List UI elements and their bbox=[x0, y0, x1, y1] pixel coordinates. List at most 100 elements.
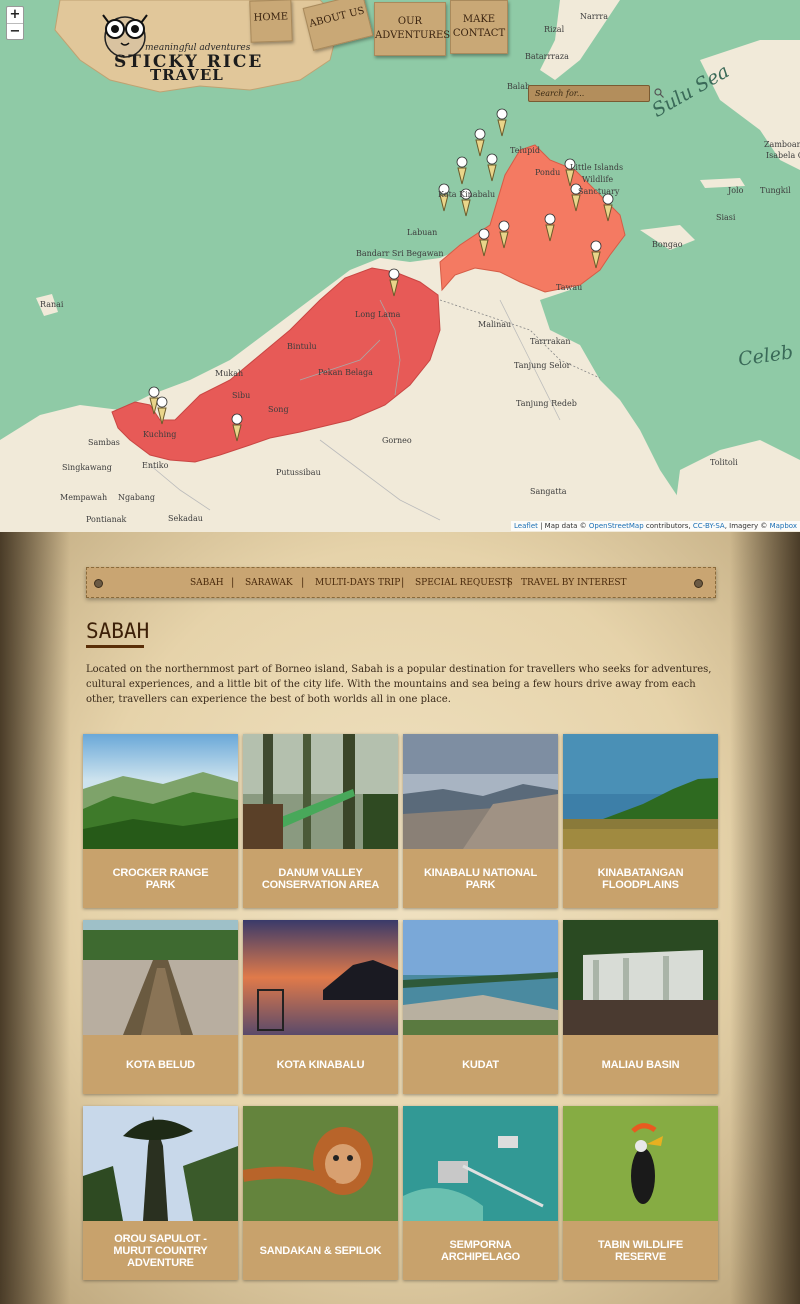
destination-card[interactable]: SANDAKAN & SEPILOK bbox=[243, 1106, 398, 1280]
map-label: Putussibau bbox=[276, 468, 321, 477]
map-attribution: Leaflet | Map data © OpenStreetMap contr… bbox=[511, 521, 800, 531]
destination-name-line: FLOODPLAINS bbox=[602, 878, 679, 891]
destination-card[interactable]: DANUM VALLEY CONSERVATION AREA bbox=[243, 734, 398, 908]
nav-our-adventures[interactable]: OUR ADVENTURES bbox=[374, 2, 450, 56]
map-label: Labuan bbox=[407, 228, 438, 237]
destination-name-line: ADVENTURE bbox=[127, 1256, 194, 1269]
destination-card[interactable]: MALIAU BASIN bbox=[563, 920, 718, 1094]
region-nav-sarawak[interactable]: SARAWAK bbox=[245, 578, 293, 588]
map-label: Pondu bbox=[535, 168, 561, 177]
destination-card[interactable]: KOTA KINABALU bbox=[243, 920, 398, 1094]
map-label: Mukah bbox=[215, 369, 244, 378]
map-label: Wildlife bbox=[582, 175, 614, 184]
destination-name: DANUM VALLEY CONSERVATION AREA bbox=[249, 849, 392, 908]
region-nav-special-requests[interactable]: SPECIAL REQUESTS bbox=[415, 578, 513, 588]
destination-name-line: TABIN WILDLIFE bbox=[598, 1238, 683, 1251]
map-label: Tanjung Redeb bbox=[516, 399, 577, 408]
destination-name-line: MALIAU BASIN bbox=[601, 1058, 680, 1071]
destination-photo bbox=[403, 1106, 558, 1221]
destination-card[interactable]: SEMPORNA ARCHIPELAGO bbox=[403, 1106, 558, 1280]
destination-name: KUDAT bbox=[409, 1035, 552, 1094]
destination-photo bbox=[403, 734, 558, 849]
destination-name: KOTA BELUD bbox=[89, 1035, 232, 1094]
destination-card[interactable]: KOTA BELUD bbox=[83, 920, 238, 1094]
destination-name-line: ARCHIPELAGO bbox=[440, 1250, 521, 1263]
stud-icon bbox=[694, 579, 703, 588]
destination-photo bbox=[243, 1106, 398, 1221]
map[interactable]: + − meaningful adventures STICKY RICE TR… bbox=[0, 0, 800, 532]
region-nav: SABAH | SARAWAK | MULTI-DAYS TRIP | SPEC… bbox=[86, 567, 716, 598]
map-label: Entiko bbox=[142, 461, 169, 470]
destination-name: SEMPORNA ARCHIPELAGO bbox=[409, 1221, 552, 1280]
destination-name-line: OROU SAPULOT - bbox=[114, 1232, 207, 1245]
destination-name-line: KOTA BELUD bbox=[126, 1058, 195, 1071]
map-label: Jolo bbox=[728, 186, 744, 195]
destination-name-line: SANDAKAN & SEPILOK bbox=[259, 1244, 382, 1257]
map-label: Tungkil bbox=[760, 186, 791, 195]
destination-card[interactable]: KINABATANGAN FLOODPLAINS bbox=[563, 734, 718, 908]
leaflet-link[interactable]: Leaflet bbox=[514, 522, 538, 530]
stud-icon bbox=[94, 579, 103, 588]
destination-photo bbox=[563, 920, 718, 1035]
map-label: Song bbox=[268, 405, 289, 414]
destination-name-line: PARK bbox=[145, 878, 176, 891]
destination-name-line: DANUM VALLEY bbox=[278, 866, 363, 879]
map-label: Narrra bbox=[580, 12, 609, 21]
license-link[interactable]: CC-BY-SA bbox=[693, 522, 725, 530]
content-area: SABAH | SARAWAK | MULTI-DAYS TRIP | SPEC… bbox=[0, 532, 800, 1304]
map-label: Bandarr Sri Begawan bbox=[356, 249, 444, 258]
search-icon[interactable] bbox=[654, 88, 664, 98]
mapbox-link[interactable]: Mapbox bbox=[770, 522, 797, 530]
map-label: Rizal bbox=[544, 25, 565, 34]
region-nav-multi-days[interactable]: MULTI-DAYS TRIP bbox=[315, 578, 400, 588]
region-nav-travel-by-interest[interactable]: TRAVEL BY INTEREST bbox=[521, 578, 627, 588]
destination-photo bbox=[563, 1106, 718, 1221]
destination-photo bbox=[403, 920, 558, 1035]
destination-name: KOTA KINABALU bbox=[249, 1035, 392, 1094]
attribution-text: | Map data © bbox=[537, 522, 589, 530]
destination-name-line: KINABATANGAN bbox=[597, 866, 684, 879]
map-label: Ngabang bbox=[118, 493, 156, 502]
osm-link[interactable]: OpenStreetMap bbox=[589, 522, 644, 530]
destination-card[interactable]: KUDAT bbox=[403, 920, 558, 1094]
section-intro: Located on the northernmost part of Born… bbox=[86, 664, 712, 705]
destination-name-line: PARK bbox=[465, 878, 496, 891]
destination-name-line: MURUT COUNTRY bbox=[113, 1244, 208, 1257]
nav-separator: | bbox=[301, 577, 305, 588]
destination-card[interactable]: TABIN WILDLIFE RESERVE bbox=[563, 1106, 718, 1280]
destination-name-line: SEMPORNA bbox=[449, 1238, 512, 1251]
map-label: Bongao bbox=[652, 240, 683, 249]
zoom-out-button[interactable]: − bbox=[7, 23, 23, 39]
map-label: Tanjung Selor bbox=[514, 361, 571, 370]
destination-name-line: KOTA KINABALU bbox=[276, 1058, 365, 1071]
map-label: Sambas bbox=[88, 438, 120, 447]
map-search-input[interactable]: Search for... bbox=[528, 85, 650, 102]
map-label: Ranai bbox=[40, 300, 64, 309]
region-nav-sabah[interactable]: SABAH bbox=[190, 578, 224, 588]
destination-name-line: RESERVE bbox=[615, 1250, 666, 1263]
destination-card[interactable]: KINABALU NATIONAL PARK bbox=[403, 734, 558, 908]
destination-name: TABIN WILDLIFE RESERVE bbox=[569, 1221, 712, 1280]
nav-separator: | bbox=[231, 577, 235, 588]
map-label: Pontianak bbox=[86, 515, 127, 524]
zoom-in-button[interactable]: + bbox=[7, 7, 23, 23]
destination-name-line: KUDAT bbox=[462, 1058, 499, 1071]
destination-photo bbox=[83, 1106, 238, 1221]
destination-card[interactable]: CROCKER RANGE PARK bbox=[83, 734, 238, 908]
map-label: Gorneo bbox=[382, 436, 412, 445]
zoom-control: + − bbox=[6, 6, 24, 40]
map-label: Tolitoli bbox=[710, 458, 738, 467]
map-label: Balab bbox=[507, 82, 531, 91]
destination-name-line: CROCKER RANGE bbox=[112, 866, 209, 879]
nav-home[interactable]: HOME bbox=[249, 0, 293, 43]
map-label: Pekan Belaga bbox=[318, 368, 373, 377]
nav-separator: | bbox=[507, 577, 511, 588]
destination-name-line: KINABALU NATIONAL bbox=[423, 866, 538, 879]
attribution-text: contributors, bbox=[643, 522, 693, 530]
nav-make-contact[interactable]: MAKE CONTACT bbox=[450, 0, 508, 54]
map-label: Tarrrakan bbox=[530, 337, 571, 346]
map-label: Sibu bbox=[232, 391, 251, 400]
destination-name: OROU SAPULOT - MURUT COUNTRY ADVENTURE bbox=[89, 1221, 232, 1280]
destination-card[interactable]: OROU SAPULOT - MURUT COUNTRY ADVENTURE bbox=[83, 1106, 238, 1280]
destination-name: CROCKER RANGE PARK bbox=[89, 849, 232, 908]
